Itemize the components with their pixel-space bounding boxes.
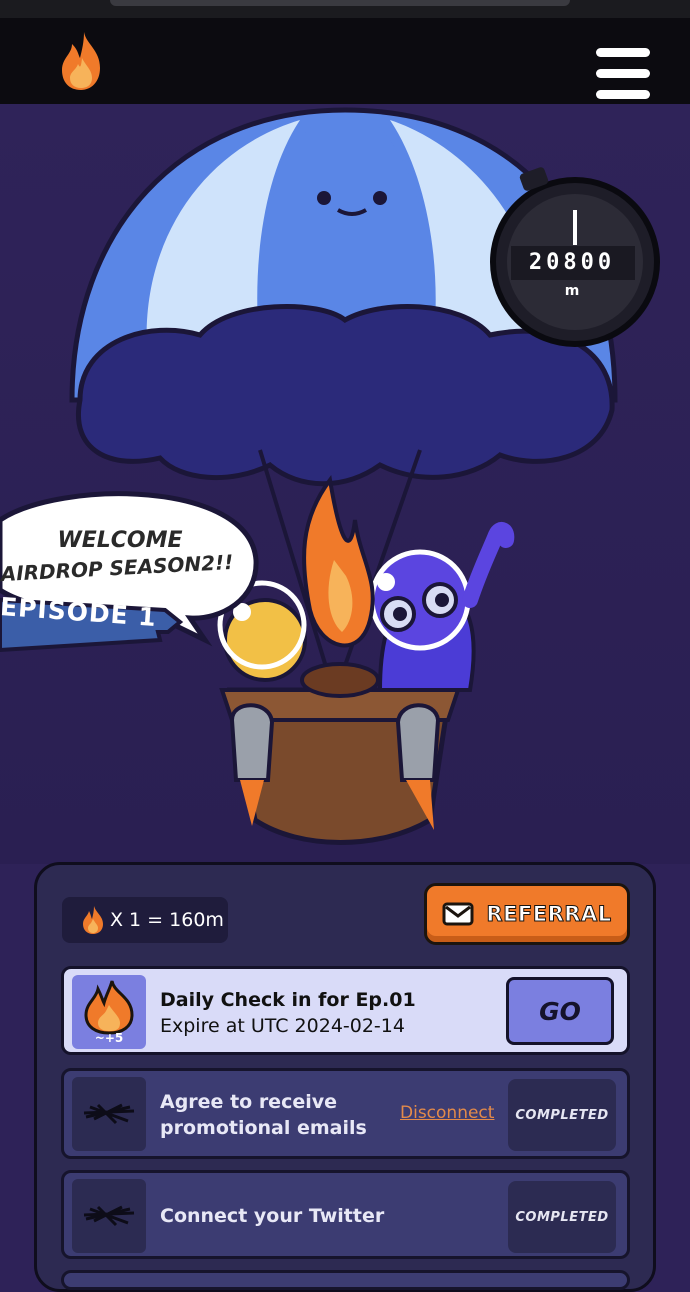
scribble-icon [83, 1205, 135, 1227]
parachute-scene [0, 107, 660, 845]
completed-badge: COMPLETED [508, 1181, 616, 1253]
referral-button[interactable]: REFERRAL [424, 883, 630, 945]
daily-checkin-thumb: ~+5 [72, 975, 146, 1049]
mail-icon [442, 902, 474, 926]
task-connect-twitter: Connect your Twitter COMPLETED [61, 1170, 630, 1259]
task-subtitle: Expire at UTC 2024-02-14 [160, 1015, 405, 1037]
top-bar [0, 18, 690, 104]
go-button[interactable]: GO [506, 977, 614, 1045]
reward-label: ~+5 [94, 1031, 124, 1045]
flame-icon[interactable] [56, 30, 106, 92]
rate-chip: X 1 = 160m [62, 897, 228, 943]
bubble-welcome: WELCOME [57, 528, 183, 553]
status-bar [0, 0, 690, 18]
go-label: GO [539, 996, 581, 1026]
task-daily-checkin: ~+5 Daily Check in for Ep.01 Expire at U… [61, 966, 630, 1055]
task-title-line2: promotional emails [160, 1117, 367, 1139]
disconnect-link[interactable]: Disconnect [400, 1103, 494, 1123]
task-title: Daily Check in for Ep.01 [160, 989, 416, 1011]
referral-label: REFERRAL [486, 902, 612, 927]
hero-illustration: 20800 m WELCOME AIRDROP SEASON2!! EPISOD… [0, 104, 690, 864]
task-title-line1: Agree to receive [160, 1091, 338, 1113]
task-thumb [72, 1077, 146, 1151]
completed-badge: COMPLETED [508, 1079, 616, 1151]
task-thumb [72, 1179, 146, 1253]
menu-button[interactable] [596, 48, 650, 102]
flame-icon [83, 906, 103, 934]
scribble-icon [83, 1103, 135, 1125]
task-promo-emails: Agree to receive promotional emails Disc… [61, 1068, 630, 1159]
altitude-unit: m [564, 283, 580, 299]
rate-text: X 1 = 160m [110, 909, 224, 931]
task-title: Connect your Twitter [160, 1205, 385, 1227]
next-task-peek [61, 1270, 630, 1290]
altitude-readout: 20800 [528, 250, 616, 275]
